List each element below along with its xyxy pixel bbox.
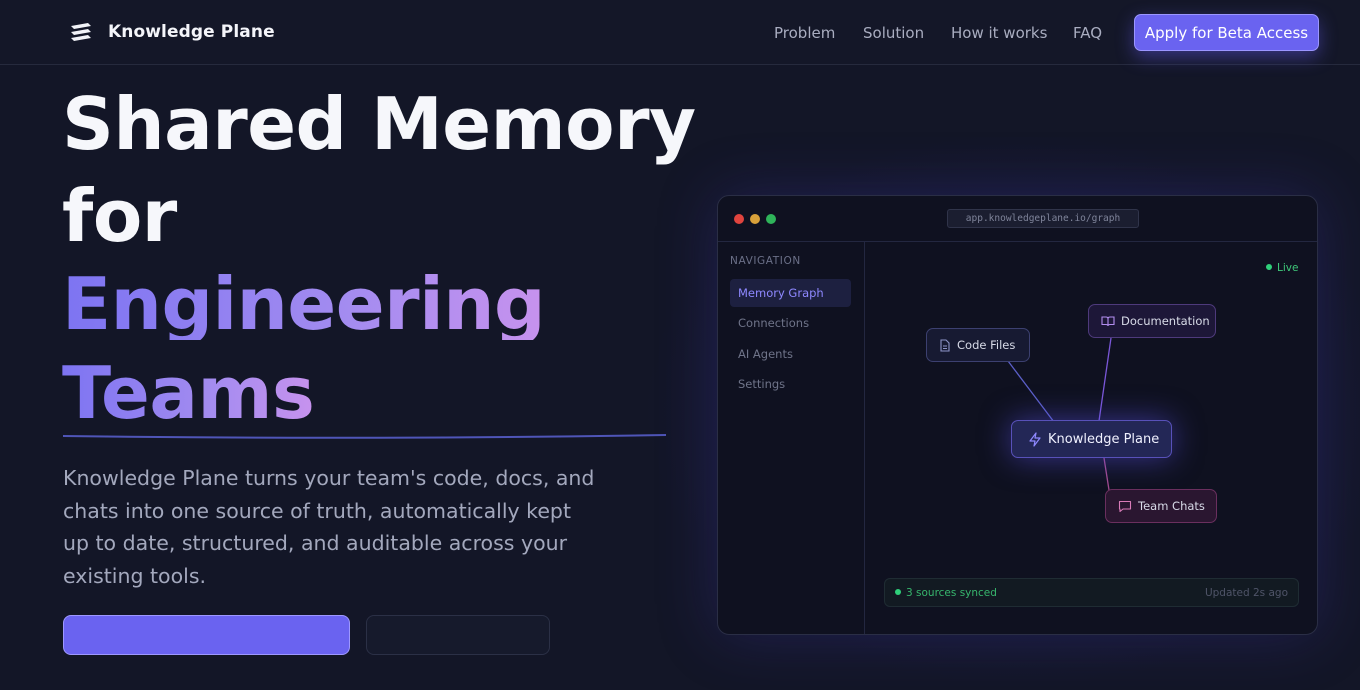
book-icon xyxy=(1101,316,1115,327)
node-label: Team Chats xyxy=(1138,499,1205,513)
sync-status: 3 sources synced xyxy=(895,587,997,599)
node-label: Documentation xyxy=(1121,314,1210,328)
secondary-cta-button[interactable] xyxy=(366,615,550,655)
nav-link-solution[interactable]: Solution xyxy=(863,24,924,42)
stack-logo-icon[interactable] xyxy=(68,20,94,46)
top-nav: Knowledge Plane Problem Solution How it … xyxy=(0,0,1360,65)
app-preview-window: app.knowledgeplane.io/graph NAVIGATION M… xyxy=(717,195,1318,635)
edge-core-chats xyxy=(1103,457,1110,491)
node-label: Knowledge Plane xyxy=(1048,431,1160,447)
hero-title-line-3: Engineering xyxy=(62,262,546,346)
primary-cta-button[interactable] xyxy=(63,615,350,655)
hero-title-line-2: for xyxy=(62,174,177,258)
graph-node-documentation[interactable]: Documentation xyxy=(1088,304,1216,338)
nav-link-how-it-works[interactable]: How it works xyxy=(951,24,1047,42)
file-icon xyxy=(940,338,950,352)
last-updated: Updated 2s ago xyxy=(1204,587,1288,599)
nav-link-faq[interactable]: FAQ xyxy=(1073,24,1102,42)
chat-icon xyxy=(1118,500,1132,512)
sync-status-label: 3 sources synced xyxy=(906,587,997,599)
edge-docs-core xyxy=(1098,337,1112,422)
brand-name[interactable]: Knowledge Plane xyxy=(108,22,275,42)
graph-edges xyxy=(1007,337,1112,491)
edge-code-core xyxy=(1007,360,1055,423)
graph-node-knowledge-plane[interactable]: Knowledge Plane xyxy=(1011,420,1172,458)
graph-node-code-files[interactable]: Code Files xyxy=(926,328,1030,362)
hero-title-line-1: Shared Memory xyxy=(62,82,696,166)
hero-title-line-4: Teams xyxy=(62,351,315,435)
graph-node-team-chats[interactable]: Team Chats xyxy=(1105,489,1217,523)
hero-description: Knowledge Plane turns your team's code, … xyxy=(63,466,595,588)
zap-icon xyxy=(1029,431,1041,447)
sync-status-bar: 3 sources synced Updated 2s ago xyxy=(884,578,1299,607)
node-label: Code Files xyxy=(957,338,1016,352)
hero-underline xyxy=(62,434,667,439)
status-dot-icon xyxy=(895,589,901,595)
apply-beta-button[interactable]: Apply for Beta Access xyxy=(1134,14,1319,51)
nav-link-problem[interactable]: Problem xyxy=(774,24,835,42)
